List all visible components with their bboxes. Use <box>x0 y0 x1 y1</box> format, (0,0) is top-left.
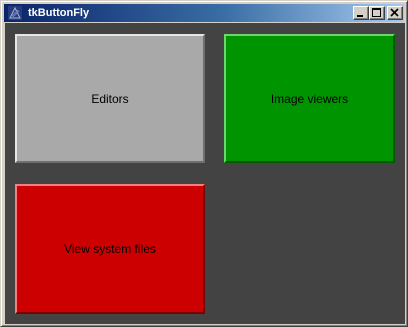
tk-feather-icon[interactable] <box>7 5 23 21</box>
button-panel: Editors Image viewers View system files <box>5 23 405 324</box>
window-title: tkButtonFly <box>28 7 90 19</box>
image-viewers-button[interactable]: Image viewers <box>224 34 395 163</box>
image-viewers-button-label: Image viewers <box>270 91 349 106</box>
editors-button-label: Editors <box>91 91 129 106</box>
close-button[interactable] <box>387 6 403 20</box>
maximize-button[interactable] <box>369 6 385 20</box>
view-system-files-button[interactable]: View system files <box>15 184 205 314</box>
editors-button[interactable]: Editors <box>15 34 205 163</box>
minimize-button[interactable] <box>353 6 369 20</box>
app-window: tkButtonFly Editors Image viewers View s… <box>0 0 408 327</box>
view-system-files-button-label: View system files <box>64 242 156 256</box>
title-bar[interactable]: tkButtonFly <box>4 4 404 22</box>
